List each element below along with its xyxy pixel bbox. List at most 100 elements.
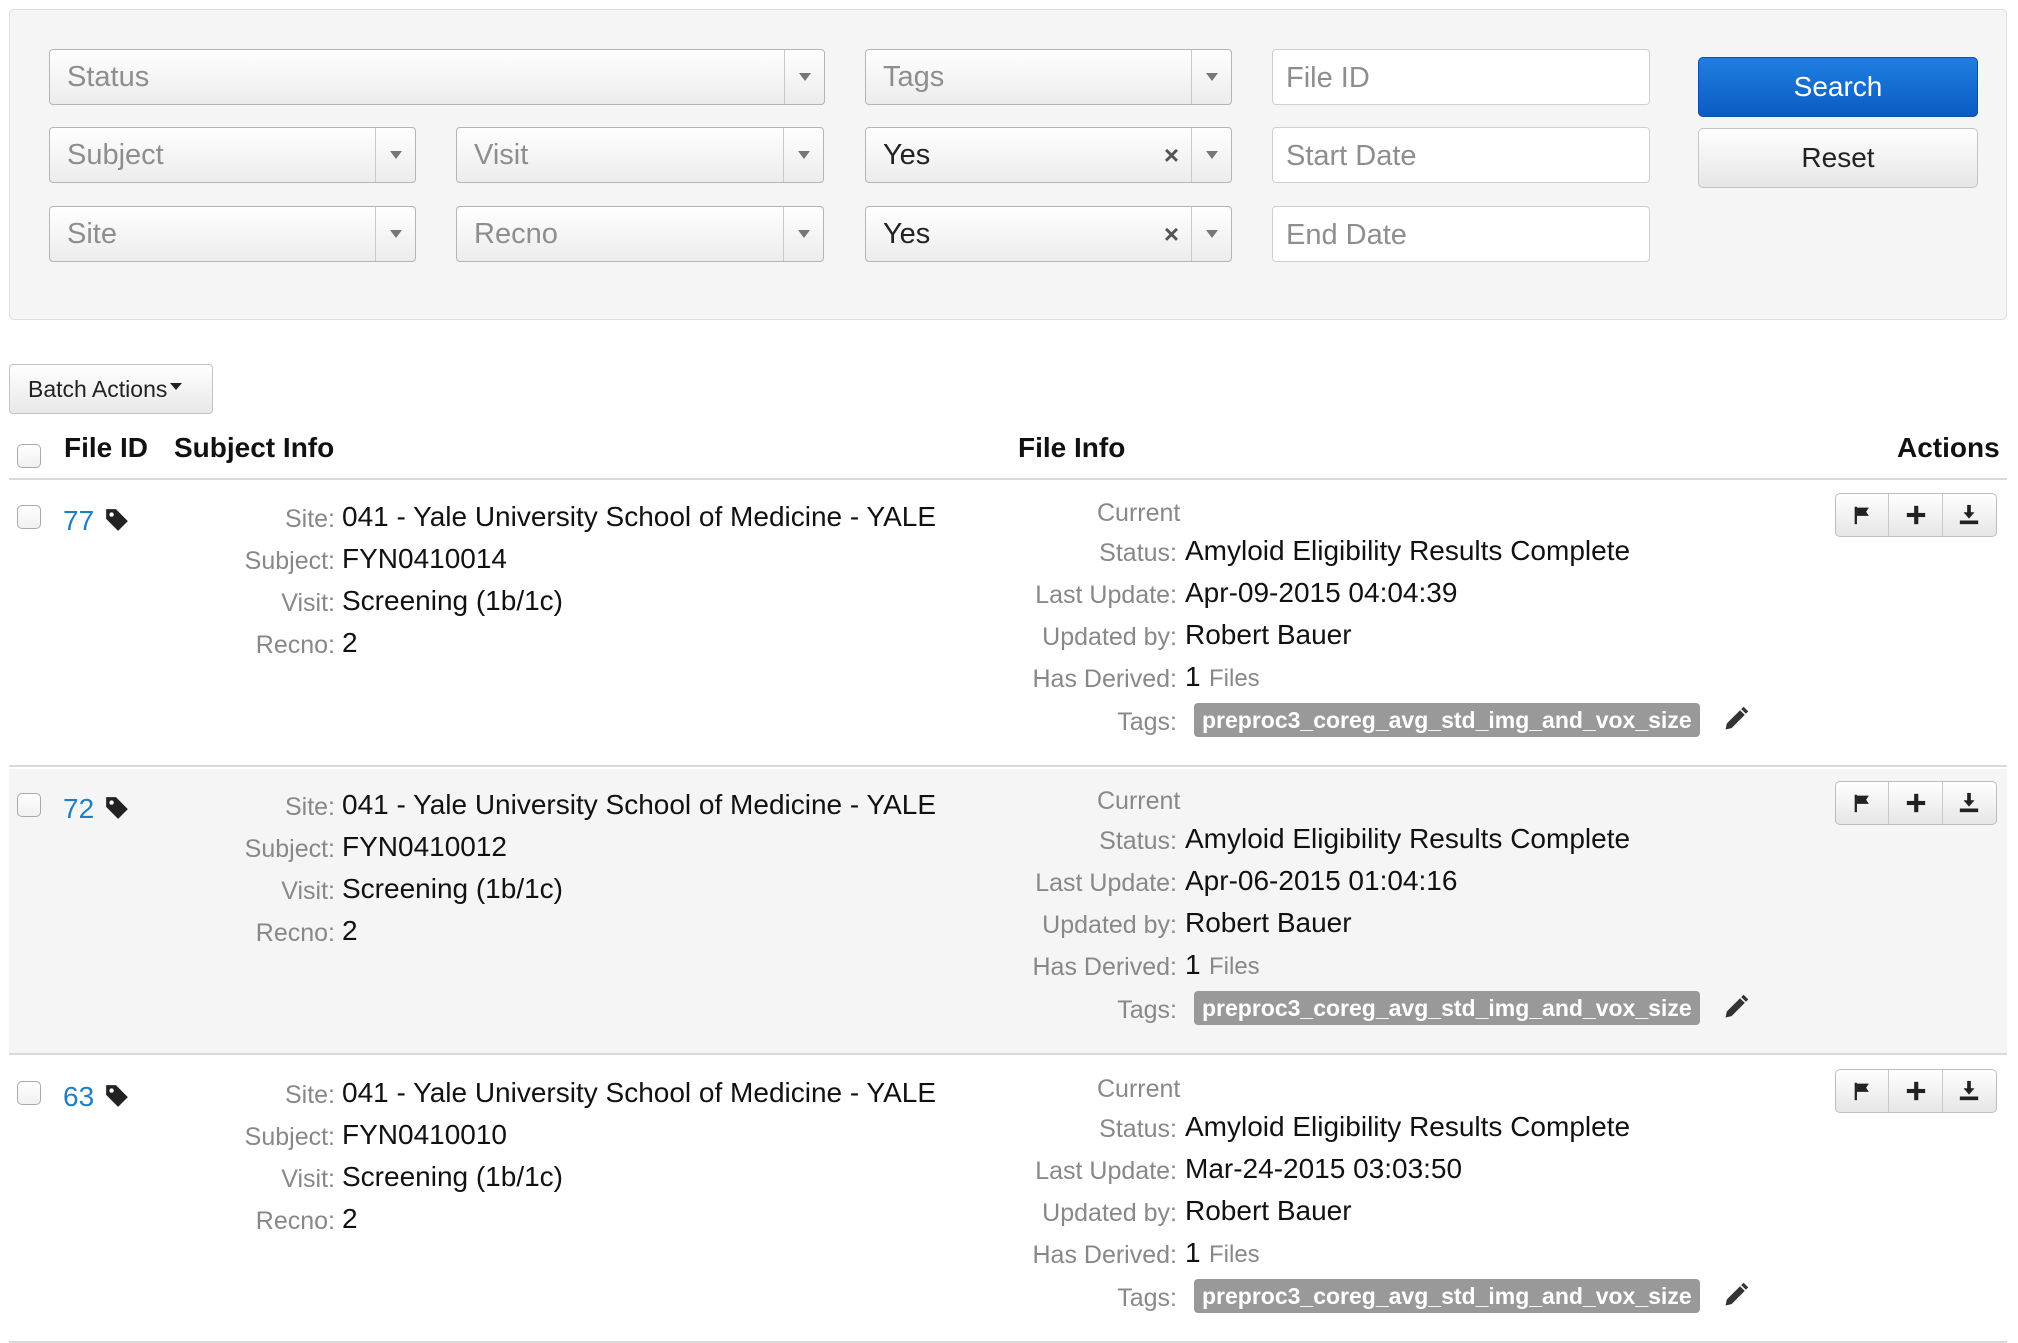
tag-badge[interactable]: preproc3_coreg_avg_std_img_and_vox_size (1194, 991, 1700, 1025)
row-action-group (1835, 493, 1997, 537)
yes-no-filter-select[interactable]: Yes × (865, 127, 1232, 183)
derived-count[interactable]: 1 (1185, 661, 1201, 693)
select-all-checkbox[interactable] (17, 444, 41, 468)
tags-select[interactable]: Tags (865, 49, 1232, 105)
site-value: 041 - Yale University School of Medicine… (342, 501, 937, 532)
row-checkbox[interactable] (17, 505, 41, 529)
chevron-down-icon[interactable] (1191, 128, 1231, 182)
subject-value: FYN0410012 (342, 831, 508, 862)
tag-badge[interactable]: preproc3_coreg_avg_std_img_and_vox_size (1194, 703, 1700, 737)
plus-icon (1906, 505, 1925, 525)
site-label: Site: (284, 793, 335, 821)
batch-actions-button[interactable]: Batch Actions (9, 364, 213, 414)
visit-label: Visit: (281, 877, 335, 905)
last-update-value: Apr-06-2015 01:04:16 (1185, 865, 1458, 896)
site-label: Site: (284, 1081, 335, 1109)
recno-select[interactable]: Recno (456, 206, 824, 262)
pencil-icon[interactable] (1722, 993, 1750, 1026)
row-checkbox[interactable] (17, 1081, 41, 1105)
has-derived-label: Has Derived: (1032, 953, 1178, 981)
last-update-value: Apr-09-2015 04:04:39 (1185, 577, 1458, 608)
subject-select[interactable]: Subject (49, 127, 416, 183)
pencil-icon[interactable] (1722, 705, 1750, 738)
add-button[interactable] (1889, 782, 1943, 824)
chevron-down-icon[interactable] (1191, 50, 1231, 104)
file-id-link[interactable]: 63 (63, 1081, 94, 1113)
add-button[interactable] (1889, 1070, 1943, 1112)
subject-value: FYN0410010 (342, 1119, 508, 1150)
tags-label: Tags: (1117, 1284, 1177, 1312)
clear-icon[interactable]: × (1164, 128, 1179, 182)
header-divider (9, 478, 2007, 480)
chevron-down-icon[interactable] (1191, 207, 1231, 261)
row-action-group (1835, 781, 1997, 825)
flag-button[interactable] (1836, 494, 1890, 536)
current-label: Current (1097, 1075, 1181, 1103)
chevron-down-icon[interactable] (783, 128, 823, 182)
last-update-label: Last Update: (1035, 581, 1177, 609)
end-date-input[interactable]: End Date (1272, 206, 1650, 262)
recno-value: 2 (342, 627, 358, 658)
chevron-down-icon[interactable] (784, 50, 824, 104)
flag-button[interactable] (1836, 1070, 1890, 1112)
clear-icon[interactable]: × (1164, 207, 1179, 261)
site-select[interactable]: Site (49, 206, 416, 262)
filter-panel: Status Tags File ID Subject Visit Yes × … (9, 9, 2007, 320)
row-checkbox[interactable] (17, 793, 41, 817)
derived-count[interactable]: 1 (1185, 949, 1201, 981)
batch-actions-label: Batch Actions (28, 376, 168, 402)
yes-no-filter-select-2[interactable]: Yes × (865, 206, 1232, 262)
flag-icon (1854, 1082, 1870, 1101)
tag-icon[interactable] (104, 795, 130, 826)
flag-button[interactable] (1836, 782, 1890, 824)
plus-icon (1906, 793, 1925, 813)
search-button[interactable]: Search (1698, 57, 1978, 117)
visit-select[interactable]: Visit (456, 127, 824, 183)
pencil-icon[interactable] (1722, 1281, 1750, 1314)
status-label: Status: (1099, 1115, 1177, 1143)
visit-select-placeholder: Visit (474, 139, 529, 171)
tag-icon[interactable] (104, 507, 130, 538)
updated-by-label: Updated by: (1042, 911, 1177, 939)
status-label: Status: (1099, 827, 1177, 855)
visit-label: Visit: (281, 589, 335, 617)
flag-icon (1854, 794, 1870, 813)
download-button[interactable] (1943, 494, 1996, 536)
file-id-input[interactable]: File ID (1272, 49, 1650, 105)
subject-label: Subject: (244, 835, 335, 863)
add-button[interactable] (1889, 494, 1943, 536)
chevron-down-icon[interactable] (783, 207, 823, 261)
derived-files-label: Files (1209, 953, 1260, 980)
table-row: 63 Site: 041 - Yale University School of… (9, 1057, 2007, 1343)
subject-label: Subject: (244, 1123, 335, 1151)
subject-label: Subject: (244, 547, 335, 575)
status-select[interactable]: Status (49, 49, 825, 105)
table-row: 77 Site: 041 - Yale University School of… (9, 481, 2007, 767)
tags-label: Tags: (1117, 996, 1177, 1024)
status-label: Status: (1099, 539, 1177, 567)
status-value: Amyloid Eligibility Results Complete (1185, 1111, 1631, 1142)
has-derived-label: Has Derived: (1032, 1241, 1178, 1269)
chevron-down-icon[interactable] (375, 128, 415, 182)
derived-count[interactable]: 1 (1185, 1237, 1201, 1269)
start-date-placeholder: Start Date (1286, 140, 1417, 172)
updated-by-label: Updated by: (1042, 623, 1177, 651)
tag-icon[interactable] (104, 1083, 130, 1114)
header-actions: Actions (1897, 432, 2000, 463)
visit-value: Screening (1b/1c) (342, 1161, 564, 1192)
start-date-input[interactable]: Start Date (1272, 127, 1650, 183)
download-button[interactable] (1943, 1070, 1996, 1112)
file-id-link[interactable]: 72 (63, 793, 94, 825)
download-button[interactable] (1943, 782, 1996, 824)
reset-button[interactable]: Reset (1698, 128, 1978, 188)
header-file-id[interactable]: File ID (64, 432, 148, 464)
updated-by-label: Updated by: (1042, 1199, 1177, 1227)
current-label: Current (1097, 499, 1181, 527)
recno-label: Recno: (255, 1207, 335, 1235)
tag-badge[interactable]: preproc3_coreg_avg_std_img_and_vox_size (1194, 1279, 1700, 1313)
site-value: 041 - Yale University School of Medicine… (342, 789, 937, 820)
chevron-down-icon[interactable] (375, 207, 415, 261)
file-id-link[interactable]: 77 (63, 505, 94, 537)
updated-by-value: Robert Bauer (1185, 907, 1352, 938)
recno-label: Recno: (255, 631, 335, 659)
